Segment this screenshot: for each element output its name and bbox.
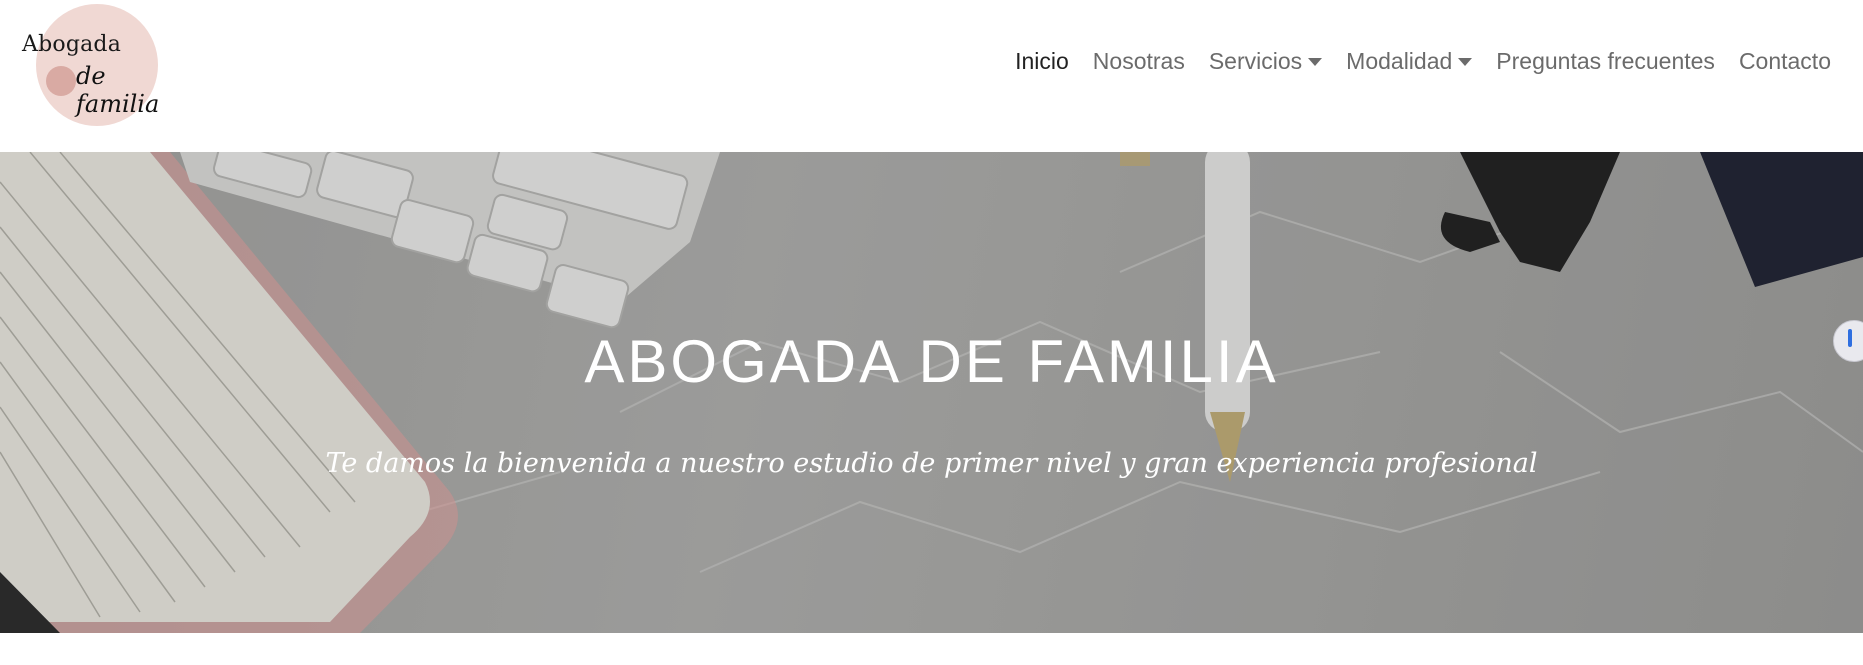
nav-link-inicio[interactable]: Inicio (1015, 48, 1069, 75)
nav-dropdown-modalidad[interactable]: Modalidad (1346, 48, 1473, 75)
logo-text-line1: Abogada (22, 32, 122, 57)
hero-banner: ABOGADA DE FAMILIA Te damos la bienvenid… (0, 152, 1863, 633)
nav-link-preguntas-frecuentes[interactable]: Preguntas frecuentes (1496, 48, 1715, 75)
hero-title: ABOGADA DE FAMILIA (584, 328, 1279, 395)
navbar: Abogada de familia Inicio Nosotras Servi… (0, 0, 1863, 152)
nav-item-inicio: Inicio (1015, 48, 1069, 75)
logo-dot-icon (46, 66, 76, 96)
nav-label: Modalidad (1346, 48, 1453, 74)
nav-dropdown-servicios[interactable]: Servicios (1208, 48, 1323, 75)
nav-label: Servicios (1208, 48, 1303, 74)
nav-label: Nosotras (1092, 48, 1185, 74)
nav-item-contacto: Contacto (1739, 48, 1831, 75)
nav-label: Contacto (1738, 48, 1831, 74)
nav-link-contacto[interactable]: Contacto (1739, 48, 1831, 75)
hero-subtitle: Te damos la bienvenida a nuestro estudio… (325, 448, 1538, 479)
nav-label: Preguntas frecuentes (1496, 48, 1715, 74)
main-nav: Inicio Nosotras Servicios Modalidad Preg… (1015, 48, 1831, 75)
page: Abogada de familia Inicio Nosotras Servi… (0, 0, 1863, 665)
caret-down-icon (1458, 57, 1473, 66)
caret-down-icon (1308, 57, 1323, 66)
logo-text-line2: de familia (76, 62, 160, 118)
nav-item-preguntas: Preguntas frecuentes (1496, 48, 1715, 75)
page-bottom-strip (0, 633, 1863, 665)
nav-item-modalidad: Modalidad (1346, 48, 1473, 75)
accessibility-handle-icon (1848, 329, 1852, 347)
nav-item-nosotras: Nosotras (1093, 48, 1185, 75)
nav-label: Inicio (1015, 48, 1069, 74)
nav-link-nosotras[interactable]: Nosotras (1093, 48, 1185, 75)
nav-item-servicios: Servicios (1208, 48, 1323, 75)
brand-logo[interactable]: Abogada de familia (18, 4, 178, 126)
